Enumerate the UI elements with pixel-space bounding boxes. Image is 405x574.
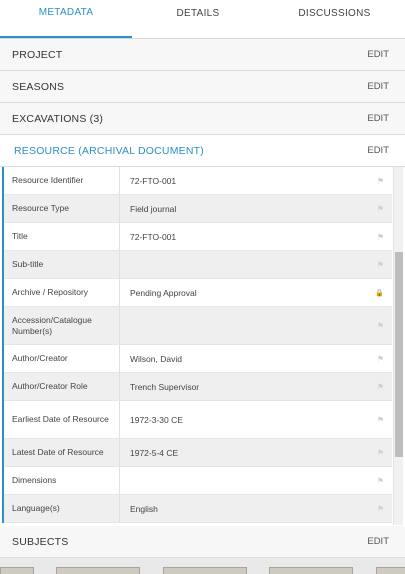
field-value[interactable]: English bbox=[120, 495, 392, 522]
field-key: Resource Identifier bbox=[4, 167, 120, 194]
tab-metadata-label: METADATA bbox=[38, 6, 94, 18]
field-value[interactable]: 1972-3-30 CE bbox=[120, 401, 392, 438]
flag-icon[interactable]: ⚑ bbox=[377, 260, 384, 269]
metadata-tabs: METADATA DETAILS DISCUSSIONS bbox=[0, 0, 405, 39]
flag-icon[interactable]: ⚑ bbox=[377, 321, 384, 330]
field-key: Language(s) bbox=[4, 495, 120, 522]
flag-icon[interactable]: ⚑ bbox=[377, 354, 384, 363]
resource-fields-table: Resource Identifier 72-FTO-001 ⚑ Resource T… bbox=[0, 167, 405, 525]
field-key: Author/Creator Role bbox=[4, 373, 120, 400]
section-resource[interactable]: RESOURCE (ARCHIVAL DOCUMENT) EDIT bbox=[0, 135, 405, 167]
field-row[interactable]: Archive / Repository Pending Approval 🔒 bbox=[4, 279, 392, 307]
field-value[interactable]: 1972-5-4 CE bbox=[120, 439, 392, 466]
lock-icon[interactable]: 🔒 bbox=[375, 289, 384, 297]
field-value[interactable]: 72-FTO-001 bbox=[120, 223, 392, 250]
flag-icon[interactable]: ⚑ bbox=[377, 204, 384, 213]
flag-icon[interactable]: ⚑ bbox=[377, 415, 384, 424]
edit-subjects-button[interactable]: EDIT bbox=[367, 536, 389, 547]
flag-icon[interactable]: ⚑ bbox=[377, 382, 384, 391]
section-resource-label: RESOURCE (ARCHIVAL DOCUMENT) bbox=[14, 144, 204, 157]
section-excavations[interactable]: EXCAVATIONS (3) EDIT bbox=[0, 103, 405, 135]
field-row[interactable]: Sub-title ⚑ bbox=[4, 251, 392, 279]
edit-excavations-button[interactable]: EDIT bbox=[367, 113, 389, 124]
resource-thumbnails-strip bbox=[0, 558, 405, 574]
section-subjects[interactable]: SUBJECTS EDIT bbox=[0, 526, 405, 558]
field-key: Earliest Date of Resource bbox=[4, 401, 120, 438]
thumbnail-image[interactable] bbox=[269, 567, 353, 574]
flag-icon[interactable]: ⚑ bbox=[377, 232, 384, 241]
section-seasons[interactable]: SEASONS EDIT bbox=[0, 71, 405, 103]
field-key: Accession/Catalogue Number(s) bbox=[4, 307, 120, 344]
scrollbar-thumb[interactable] bbox=[395, 252, 403, 457]
field-key: Title bbox=[4, 223, 120, 250]
field-key: Latest Date of Resource bbox=[4, 439, 120, 466]
field-value[interactable]: Pending Approval bbox=[120, 279, 392, 306]
field-row[interactable]: Earliest Date of Resource 1972-3-30 CE ⚑ bbox=[4, 401, 392, 439]
flag-icon[interactable]: ⚑ bbox=[377, 448, 384, 457]
field-key: Archive / Repository bbox=[4, 279, 120, 306]
flag-icon[interactable]: ⚑ bbox=[377, 176, 384, 185]
field-value[interactable]: Wilson, David bbox=[120, 345, 392, 372]
field-row[interactable]: Resource Identifier 72-FTO-001 ⚑ bbox=[4, 167, 392, 195]
field-row[interactable]: Title 72-FTO-001 ⚑ bbox=[4, 223, 392, 251]
section-project-label: PROJECT bbox=[12, 48, 63, 61]
field-row[interactable]: Dimensions ⚑ bbox=[4, 467, 392, 495]
field-key: Author/Creator bbox=[4, 345, 120, 372]
field-row[interactable]: Author/Creator Wilson, David ⚑ bbox=[4, 345, 392, 373]
field-row[interactable]: Language(s) English ⚑ bbox=[4, 495, 392, 523]
field-value[interactable]: 72-FTO-001 bbox=[120, 167, 392, 194]
thumbnail-image[interactable] bbox=[163, 567, 247, 574]
edit-project-button[interactable]: EDIT bbox=[367, 49, 389, 60]
field-value[interactable]: Trench Supervisor bbox=[120, 373, 392, 400]
edit-seasons-button[interactable]: EDIT bbox=[367, 81, 389, 92]
field-row[interactable]: Latest Date of Resource 1972-5-4 CE ⚑ bbox=[4, 439, 392, 467]
section-seasons-label: SEASONS bbox=[12, 80, 65, 93]
flag-icon[interactable]: ⚑ bbox=[377, 504, 384, 513]
field-value[interactable] bbox=[120, 251, 392, 278]
field-value[interactable] bbox=[120, 467, 392, 494]
field-key: Dimensions bbox=[4, 467, 120, 494]
tab-metadata[interactable]: METADATA bbox=[0, 0, 132, 38]
field-key: Sub-title bbox=[4, 251, 120, 278]
tab-discussions-label: DISCUSSIONS bbox=[298, 7, 371, 19]
thumbnail-image[interactable] bbox=[56, 567, 140, 574]
field-row[interactable]: Author/Creator Role Trench Supervisor ⚑ bbox=[4, 373, 392, 401]
thumbnail-image[interactable] bbox=[0, 567, 34, 574]
resource-fields-rows: Resource Identifier 72-FTO-001 ⚑ Resource T… bbox=[2, 167, 392, 523]
edit-resource-button[interactable]: EDIT bbox=[367, 145, 389, 156]
section-subjects-label: SUBJECTS bbox=[12, 535, 69, 548]
flag-icon[interactable]: ⚑ bbox=[377, 476, 384, 485]
field-row[interactable]: Accession/Catalogue Number(s) ⚑ bbox=[4, 307, 392, 345]
field-value[interactable]: Field journal bbox=[120, 195, 392, 222]
field-value[interactable] bbox=[120, 307, 392, 344]
field-row[interactable]: Resource Type Field journal ⚑ bbox=[4, 195, 392, 223]
tab-details-label: DETAILS bbox=[176, 7, 220, 19]
thumbnail-image[interactable] bbox=[376, 567, 405, 574]
scrollbar[interactable] bbox=[393, 167, 403, 525]
field-key: Resource Type bbox=[4, 195, 120, 222]
section-excavations-label: EXCAVATIONS (3) bbox=[12, 112, 104, 125]
section-project[interactable]: PROJECT EDIT bbox=[0, 39, 405, 71]
tab-details[interactable]: DETAILS bbox=[132, 0, 264, 38]
tab-discussions[interactable]: DISCUSSIONS bbox=[264, 0, 405, 38]
